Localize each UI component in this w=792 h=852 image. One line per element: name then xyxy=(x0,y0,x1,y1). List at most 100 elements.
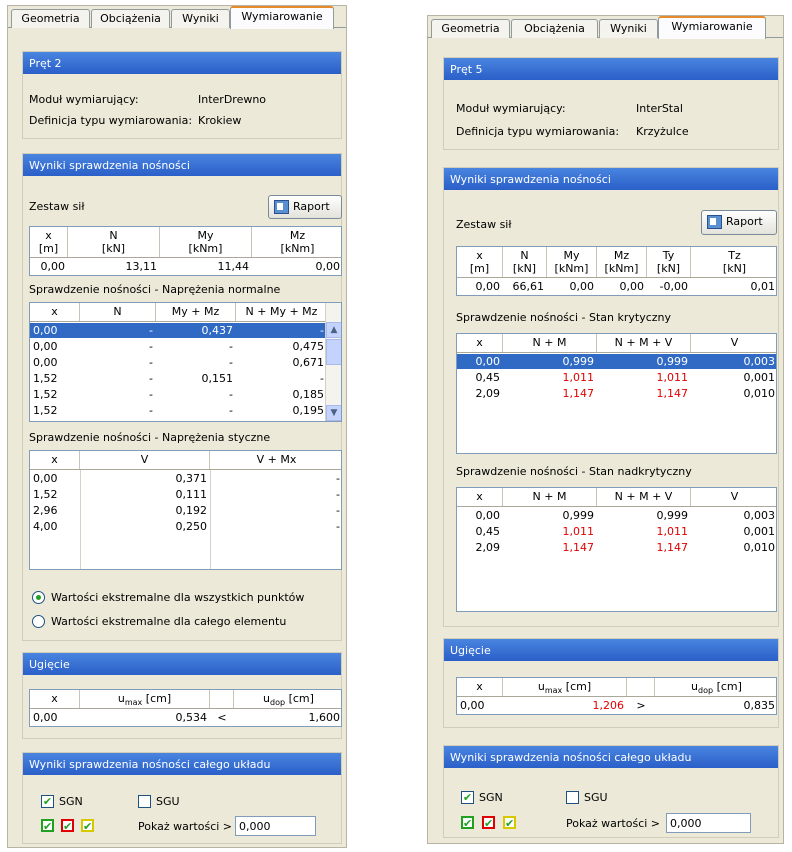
show-values-label: Pokaż wartości > xyxy=(566,817,661,830)
cell: 4,00 xyxy=(33,520,58,533)
sgn-checkbox[interactable]: ✔ xyxy=(41,795,54,808)
table-row[interactable]: 0,00 0,371 - xyxy=(30,471,341,486)
bar-info-group: Pręt 5 Moduł wymiarujący: InterStal Defi… xyxy=(443,57,779,150)
table-row[interactable]: 0,45 1,011 1,011 0,001 xyxy=(457,370,776,385)
deflection-row: 0,00 1,206 > 0,835 xyxy=(457,698,776,713)
cell: 0,010 xyxy=(743,387,776,400)
grid-line xyxy=(80,470,81,569)
cell: 0,999 xyxy=(656,355,689,368)
cell: 0,151 xyxy=(201,372,234,385)
table-row[interactable]: 2,09 1,147 1,147 0,010 xyxy=(457,386,776,401)
deflection-title: Ugięcie xyxy=(444,639,778,661)
table-row[interactable]: 0,00 0,999 0,999 0,003 xyxy=(457,354,776,369)
shear-header-v: V xyxy=(80,451,210,469)
cell: - xyxy=(336,504,340,517)
cell: 0,01 xyxy=(750,280,776,293)
tab-wyniki[interactable]: Wyniki xyxy=(171,9,230,28)
tab-wymiarowanie[interactable]: Wymiarowanie xyxy=(658,16,766,39)
forces-header-x: x [m] xyxy=(30,227,68,257)
table-row[interactable]: 1,52 - 0,151 - xyxy=(30,371,327,386)
cell: 0,010 xyxy=(743,541,776,554)
red-filter-check-icon[interactable]: ✔ xyxy=(482,816,495,829)
post-header-v: V xyxy=(730,490,739,503)
cell: 1,52 xyxy=(33,488,58,501)
scroll-up-icon[interactable]: ▲ xyxy=(326,322,341,338)
report-button[interactable]: Raport xyxy=(701,210,777,235)
report-button-label: Raport xyxy=(293,200,330,213)
scroll-thumb[interactable] xyxy=(326,339,341,365)
table-row[interactable]: 0,00 - 0,437 - xyxy=(30,323,327,338)
report-button[interactable]: Raport xyxy=(268,195,342,219)
tab-geometria[interactable]: Geometria xyxy=(431,19,510,38)
tab-wyniki[interactable]: Wyniki xyxy=(599,19,658,38)
table-row[interactable]: 0,45 1,011 1,011 0,001 xyxy=(457,524,776,539)
radio-extremes-all-points[interactable] xyxy=(32,591,45,604)
sgn-checkbox[interactable]: ✔ xyxy=(461,791,474,804)
forces-header-n: N [kN] xyxy=(503,247,547,277)
table-row[interactable]: 0,00 0,999 0,999 0,003 xyxy=(457,508,776,523)
tab-wymiarowanie[interactable]: Wymiarowanie xyxy=(230,6,334,29)
cell: - xyxy=(336,520,340,533)
tab-strip: Geometria Obciążenia Wyniki Wymiarowanie xyxy=(8,6,346,29)
green-filter-check-icon[interactable]: ✔ xyxy=(461,816,474,829)
forces-header-ty: Ty [kN] xyxy=(647,247,691,277)
definition-value: Krokiew xyxy=(198,114,242,127)
table-row[interactable]: 1,52 0,111 - xyxy=(30,487,341,502)
green-filter-check-icon[interactable]: ✔ xyxy=(41,819,54,832)
capacity-results-group: Wyniki sprawdzenia nośności Zestaw sił R… xyxy=(22,153,342,641)
cell: 0,185 xyxy=(292,388,325,401)
cell: 0,671 xyxy=(292,356,325,369)
tab-geometria[interactable]: Geometria xyxy=(11,9,90,28)
cell: 2,09 xyxy=(475,541,501,554)
forces-header-my: My [kNm] xyxy=(547,247,597,277)
cell: 0,00 xyxy=(33,711,58,724)
red-filter-check-icon[interactable]: ✔ xyxy=(61,819,74,832)
bar-info-group: Pręt 2 Moduł wymiarujący: InterDrewno De… xyxy=(22,51,342,139)
definition-value: Krzyżulce xyxy=(636,125,689,138)
deflection-title: Ugięcie xyxy=(23,653,341,675)
system-results-title: Wyniki sprawdzenia nośności całego układ… xyxy=(444,746,778,768)
show-values-input[interactable]: 0,000 xyxy=(666,813,751,833)
cell: 1,206 xyxy=(592,699,625,712)
cell: 0,111 xyxy=(175,488,208,501)
tab-obciazenia[interactable]: Obciążenia xyxy=(511,19,598,38)
radio-extremes-element[interactable] xyxy=(32,615,45,628)
cell: 1,52 xyxy=(33,388,58,401)
yellow-filter-check-icon[interactable]: ✔ xyxy=(503,816,516,829)
cell: 0,00 xyxy=(460,699,485,712)
cell: 0,00 xyxy=(475,280,501,293)
cell: 0,00 xyxy=(33,324,58,337)
cell: 1,147 xyxy=(656,387,689,400)
grid-line xyxy=(210,470,211,569)
table-row[interactable]: 1,52 - - 0,195 xyxy=(30,403,327,421)
scroll-down-icon[interactable]: ▼ xyxy=(326,405,341,421)
defl-header-umax: umax [cm] xyxy=(80,690,210,708)
sgn-label: SGN xyxy=(479,791,503,804)
defl-header-x: x xyxy=(457,678,503,696)
normal-header-n: N xyxy=(80,303,156,321)
post-header-nm: N + M xyxy=(503,488,597,506)
cell: 0,45 xyxy=(475,525,501,538)
forces-row: 0,00 13,11 11,44 0,00 xyxy=(30,259,341,274)
table-row[interactable]: 0,00 - - 0,671 xyxy=(30,355,327,370)
table-row[interactable]: 2,09 1,147 1,147 0,010 xyxy=(457,540,776,555)
sgu-checkbox[interactable] xyxy=(566,791,579,804)
cell: 0,003 xyxy=(743,509,776,522)
show-values-input[interactable]: 0,000 xyxy=(235,816,316,836)
cell: 0,250 xyxy=(175,520,208,533)
cell: -0,00 xyxy=(659,280,688,293)
cell: 0,192 xyxy=(175,504,208,517)
forces-table: x [m] N [kN] My [kNm] Mz [kNm] 0,00 13,1… xyxy=(29,226,342,276)
table-row[interactable]: 0,00 - - 0,475 xyxy=(30,339,327,354)
cell: 1,011 xyxy=(656,525,689,538)
table-row[interactable]: 4,00 0,250 - xyxy=(30,519,341,534)
sgu-checkbox[interactable] xyxy=(138,795,151,808)
normal-header-x: x xyxy=(30,303,80,321)
vertical-scrollbar[interactable]: ▲ ▼ xyxy=(325,303,341,421)
table-row[interactable]: 2,96 0,192 - xyxy=(30,503,341,518)
table-row[interactable]: 1,52 - - 0,185 xyxy=(30,387,327,402)
yellow-filter-check-icon[interactable]: ✔ xyxy=(81,819,94,832)
crit-header-nm: N + M xyxy=(503,334,597,352)
defl-header-sign xyxy=(627,678,655,696)
tab-obciazenia[interactable]: Obciążenia xyxy=(91,9,170,28)
